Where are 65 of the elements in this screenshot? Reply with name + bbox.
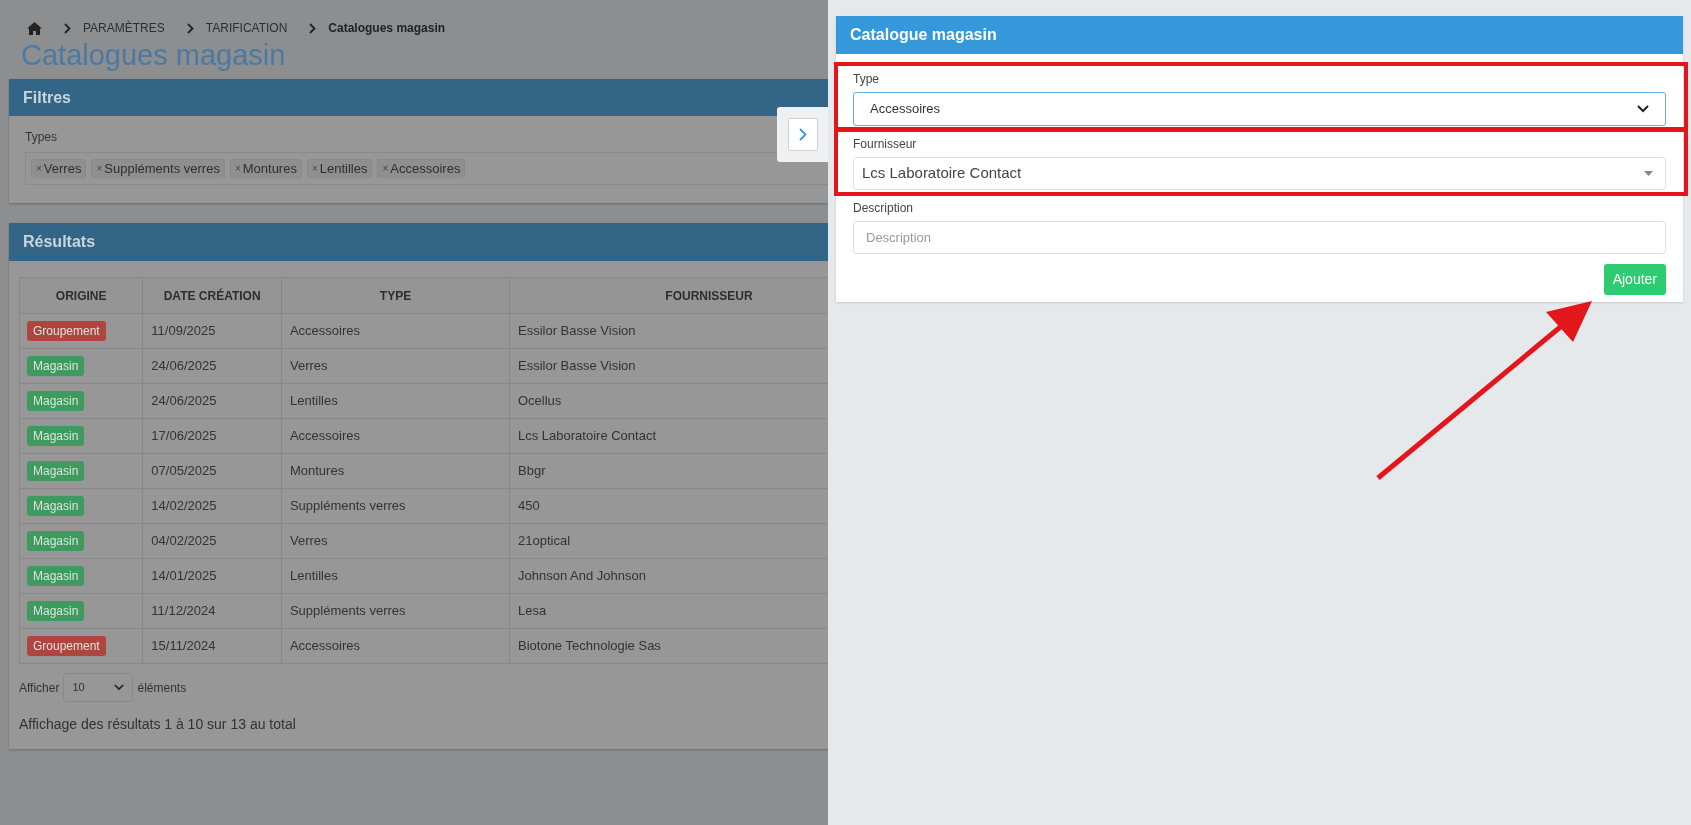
home-icon[interactable] (27, 21, 42, 35)
filter-tag[interactable]: ×Accessoires (377, 159, 466, 178)
field-label: Description (853, 200, 914, 216)
caret-down-icon (1644, 171, 1653, 176)
card-header: Filtres (9, 79, 828, 116)
chevron-right-icon (186, 22, 194, 34)
column-header[interactable]: DATE CRÉATION (142, 277, 282, 314)
page-size-select[interactable]: 10 (63, 673, 134, 702)
table-cell: Accessoires (281, 418, 510, 454)
table-cell: Verres (281, 348, 510, 384)
table-cell: Suppléments verres (281, 593, 510, 629)
column-header[interactable]: ORIGINE (19, 277, 143, 314)
origin-badge: Magasin (27, 461, 85, 481)
table-cell: 24/06/2025 (142, 383, 282, 419)
table-cell: 11/12/2024 (142, 593, 282, 629)
chevron-right-icon (798, 128, 807, 141)
description-input[interactable]: Description (853, 221, 1666, 254)
chevron-right-icon (64, 22, 71, 34)
filter-tag[interactable]: ×Suppléments verres (91, 159, 225, 178)
origin-badge: Magasin (27, 496, 85, 516)
supplier-combobox[interactable]: Lcs Laboratoire Contact (853, 157, 1666, 190)
chevron-right-icon (309, 22, 317, 34)
column-header[interactable]: TYPE (281, 277, 510, 314)
origin-badge: Magasin (27, 391, 85, 411)
chevron-down-icon (114, 684, 125, 691)
breadcrumb-item[interactable]: TARIFICATION (205, 19, 288, 37)
table-cell: 07/05/2025 (142, 453, 282, 489)
table-cell: 17/06/2025 (142, 418, 282, 454)
page-size-suffix: éléments (137, 679, 187, 697)
table-cell: Verres (281, 523, 510, 559)
card-header: Catalogue magasin (836, 16, 1683, 54)
origin-badge: Magasin (27, 531, 85, 551)
field-label: Fournisseur (853, 136, 917, 152)
results-summary: Affichage des résultats 1 à 10 sur 13 au total (19, 715, 296, 734)
card-header: Résultats (9, 223, 828, 261)
table-cell: Accessoires (281, 313, 510, 349)
chevron-down-icon (1637, 105, 1649, 113)
table-cell: 14/01/2025 (142, 558, 282, 594)
field-label: Types (25, 129, 57, 146)
table-cell: 24/06/2025 (142, 348, 282, 384)
breadcrumb-item: Catalogues magasin (328, 20, 446, 37)
table-cell: 15/11/2024 (142, 628, 282, 664)
table-cell: Accessoires (281, 628, 510, 664)
column-header[interactable]: FOURNISSEUR (509, 277, 828, 314)
filter-tag[interactable]: ×Lentilles (306, 159, 373, 178)
table-cell: 04/02/2025 (142, 523, 282, 559)
breadcrumb-item[interactable]: PARAMÈTRES (83, 19, 165, 37)
table-cell: Lentilles (281, 558, 510, 594)
page-size-label: Afficher (19, 679, 60, 697)
table-cell: Montures (281, 453, 510, 489)
origin-badge: Groupement (27, 321, 106, 341)
filter-tag[interactable]: ×Verres (31, 159, 87, 178)
origin-badge: Magasin (27, 566, 85, 586)
filter-tag[interactable]: ×Montures (229, 159, 302, 178)
table-cell: Suppléments verres (281, 488, 510, 524)
type-select[interactable]: Accessoires (853, 92, 1666, 126)
table-cell: 14/02/2025 (142, 488, 282, 524)
field-label: Type (853, 71, 879, 87)
origin-badge: Magasin (27, 426, 85, 446)
table-cell: Lentilles (281, 383, 510, 419)
table-cell: 11/09/2025 (142, 313, 282, 349)
page-title: Catalogues magasin (20, 38, 286, 73)
origin-badge: Groupement (27, 636, 106, 656)
origin-badge: Magasin (27, 356, 85, 376)
origin-badge: Magasin (27, 601, 85, 621)
